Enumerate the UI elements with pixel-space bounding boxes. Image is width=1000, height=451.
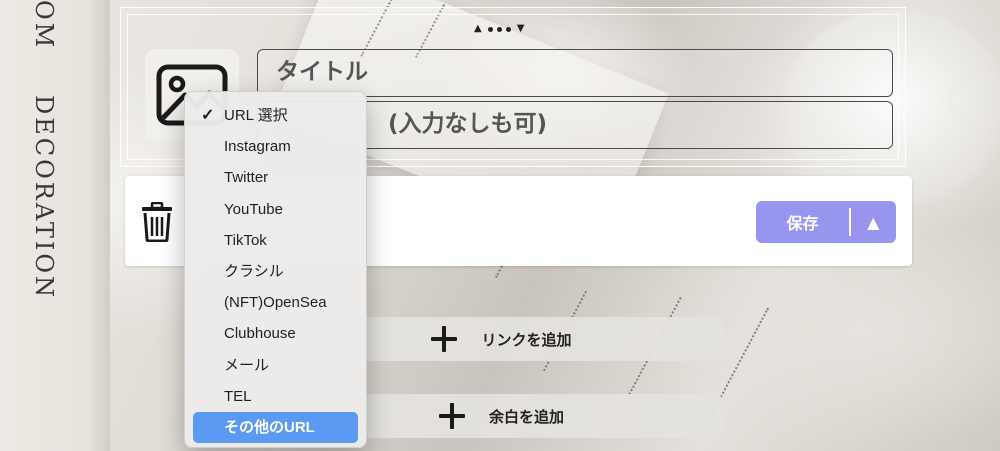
menu-item-label: URL 選択 (224, 107, 288, 124)
delete-button[interactable] (139, 201, 175, 246)
menu-item-label: Clubhouse (224, 325, 296, 343)
menu-item-label: その他のURL (224, 418, 315, 436)
url-type-menu: ✓ URL 選択 Instagram Twitter YouTube TikTo… (184, 91, 367, 448)
trash-icon (142, 201, 172, 243)
spine-word-2: DECORATION (30, 95, 58, 301)
menu-item-kurashiru[interactable]: クラシル (185, 256, 366, 287)
menu-item-tel[interactable]: TEL (185, 381, 366, 412)
menu-item-clubhouse[interactable]: Clubhouse (185, 318, 366, 349)
menu-item-label: (NFT)OpenSea (224, 294, 327, 312)
menu-item-tiktok[interactable]: TikTok (185, 225, 366, 256)
add-space-label: 余白を追加 (488, 407, 564, 426)
triangle-up-icon[interactable]: ▲ (851, 213, 897, 232)
plus-icon (431, 326, 458, 352)
spine-word-1: OM (30, 0, 58, 51)
menu-item-url-select[interactable]: ✓ URL 選択 (185, 100, 366, 131)
menu-item-mail[interactable]: メール (185, 350, 366, 381)
menu-item-label: Twitter (224, 169, 269, 187)
menu-item-label: TikTok (224, 231, 267, 249)
menu-item-instagram[interactable]: Instagram (185, 131, 366, 162)
add-link-label: リンクを追加 (481, 330, 572, 349)
menu-item-label: メール (224, 356, 270, 374)
save-split-button[interactable]: 保存 ▲ (756, 201, 896, 243)
drag-handle-icon[interactable]: ▲ ▼ (474, 22, 524, 36)
menu-item-opensea[interactable]: (NFT)OpenSea (185, 287, 366, 318)
plus-icon (438, 403, 465, 429)
checkmark-icon: ✓ (201, 107, 215, 124)
menu-item-label: Instagram (224, 138, 291, 156)
move-down-icon[interactable]: ▼ (517, 24, 525, 34)
dots-icon (487, 26, 511, 32)
title-input[interactable]: タイトル (257, 49, 893, 97)
menu-item-youtube[interactable]: YouTube (185, 194, 366, 225)
book-spine-text: OM DECORATION (28, 0, 58, 451)
title-placeholder: タイトル (276, 59, 368, 85)
menu-item-label: TEL (224, 387, 252, 405)
menu-item-other-url[interactable]: その他のURL (193, 411, 358, 444)
move-up-icon[interactable]: ▲ (474, 24, 482, 34)
menu-item-twitter[interactable]: Twitter (185, 162, 366, 193)
save-button[interactable]: 保存 (756, 210, 849, 234)
menu-item-label: クラシル (224, 262, 284, 280)
subtitle-placeholder: (入力なしも可) (388, 111, 548, 137)
menu-item-label: YouTube (224, 200, 283, 218)
